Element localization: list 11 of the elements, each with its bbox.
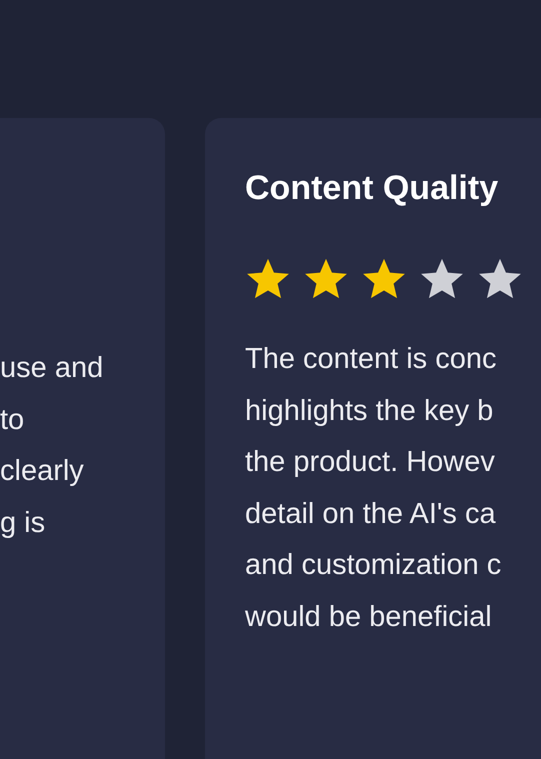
description-text-line: to [0,402,24,438]
description-text-line: use and [0,351,104,386]
description-text-line: the product. Howev [245,445,495,480]
description-text-line: detail on the AI's ca [245,496,496,532]
card-title: Content Quality [245,168,498,208]
description-text-line: clearly [0,454,84,489]
description-text-line: would be beneficial [245,600,492,634]
description-text-line: highlights the key b [245,394,494,428]
description-text-line: and customization c [245,548,502,583]
description-text-line: The content is conc [245,342,496,377]
description-text-line: g is [0,506,46,540]
